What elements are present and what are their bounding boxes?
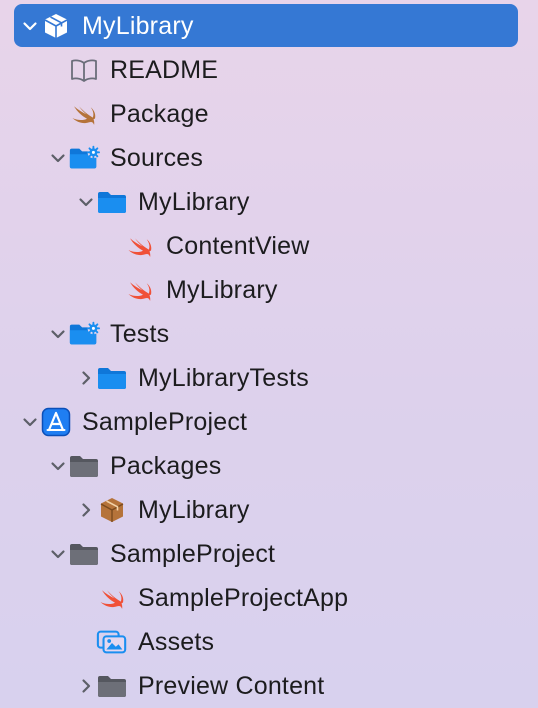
tree-row-label: ContentView — [166, 232, 310, 260]
tree-row-label: MyLibraryTests — [138, 364, 309, 392]
tree-row-label: README — [110, 56, 219, 84]
chevron-down-icon[interactable] — [48, 324, 68, 344]
tree-row-label: MyLibrary — [138, 496, 250, 524]
folder-icon — [96, 188, 128, 216]
tree-row-label: SampleProject — [110, 540, 276, 568]
chevron-down-icon[interactable] — [48, 456, 68, 476]
disclosure-placeholder — [48, 60, 68, 80]
chevron-down-icon[interactable] — [48, 148, 68, 168]
swift-bird-icon — [68, 100, 100, 128]
tree-row-mylibrary-package[interactable]: MyLibrary — [0, 4, 538, 48]
tree-row-label: Assets — [138, 628, 215, 656]
chevron-right-icon[interactable] — [76, 500, 96, 520]
folder-gray-icon — [68, 540, 100, 568]
tree-row-label: MyLibrary — [82, 12, 194, 40]
chevron-down-icon[interactable] — [20, 16, 40, 36]
tree-row-label: SampleProjectApp — [138, 584, 349, 612]
package-box-icon — [40, 12, 72, 40]
disclosure-placeholder — [104, 236, 124, 256]
disclosure-placeholder — [104, 280, 124, 300]
tree-row-tests[interactable]: Tests — [0, 312, 538, 356]
tree-row-label: Tests — [110, 320, 170, 348]
tree-row-readme[interactable]: README — [0, 48, 538, 92]
tree-row-label: Package — [110, 100, 209, 128]
chevron-right-icon[interactable] — [76, 368, 96, 388]
tree-row-label: SampleProject — [82, 408, 248, 436]
folder-icon — [96, 364, 128, 392]
tree-row-sampleprojectapp[interactable]: SampleProjectApp — [0, 576, 538, 620]
swift-file-icon — [96, 584, 128, 612]
folder-gray-icon — [96, 672, 128, 700]
tree-row-label: Sources — [110, 144, 204, 172]
tree-row-preview-content[interactable]: Preview Content — [0, 664, 538, 708]
disclosure-placeholder — [76, 632, 96, 652]
folder-gear-icon — [68, 144, 100, 172]
swift-file-icon — [124, 276, 156, 304]
chevron-right-icon[interactable] — [76, 676, 96, 696]
folder-gear-icon — [68, 320, 100, 348]
tree-row-sources[interactable]: Sources — [0, 136, 538, 180]
tree-row-mylibrary-swift[interactable]: MyLibrary — [0, 268, 538, 312]
swift-file-icon — [124, 232, 156, 260]
tree-row-packages-mylibrary[interactable]: MyLibrary — [0, 488, 538, 532]
chevron-down-icon[interactable] — [48, 544, 68, 564]
folder-gray-icon — [68, 452, 100, 480]
tree-row-sampleproject-group[interactable]: SampleProject — [0, 532, 538, 576]
tree-row-label: MyLibrary — [138, 188, 250, 216]
asset-catalog-icon — [96, 628, 128, 656]
disclosure-placeholder — [76, 588, 96, 608]
tree-row-label: Preview Content — [138, 672, 325, 700]
tree-row-packages[interactable]: Packages — [0, 444, 538, 488]
chevron-down-icon[interactable] — [76, 192, 96, 212]
tree-row-label: MyLibrary — [166, 276, 278, 304]
tree-row-mylibrarytests[interactable]: MyLibraryTests — [0, 356, 538, 400]
book-icon — [68, 56, 100, 84]
tree-row-sampleproject[interactable]: SampleProject — [0, 400, 538, 444]
project-navigator: MyLibrary README Package Sources MyLibra… — [0, 4, 538, 708]
tree-row-assets[interactable]: Assets — [0, 620, 538, 664]
tree-row-label: Packages — [110, 452, 222, 480]
xcode-project-icon — [40, 407, 72, 437]
tree-row-contentview[interactable]: ContentView — [0, 224, 538, 268]
tree-row-package[interactable]: Package — [0, 92, 538, 136]
disclosure-placeholder — [48, 104, 68, 124]
chevron-down-icon[interactable] — [20, 412, 40, 432]
tree-row-sources-mylibrary[interactable]: MyLibrary — [0, 180, 538, 224]
package-brown-icon — [96, 496, 128, 524]
